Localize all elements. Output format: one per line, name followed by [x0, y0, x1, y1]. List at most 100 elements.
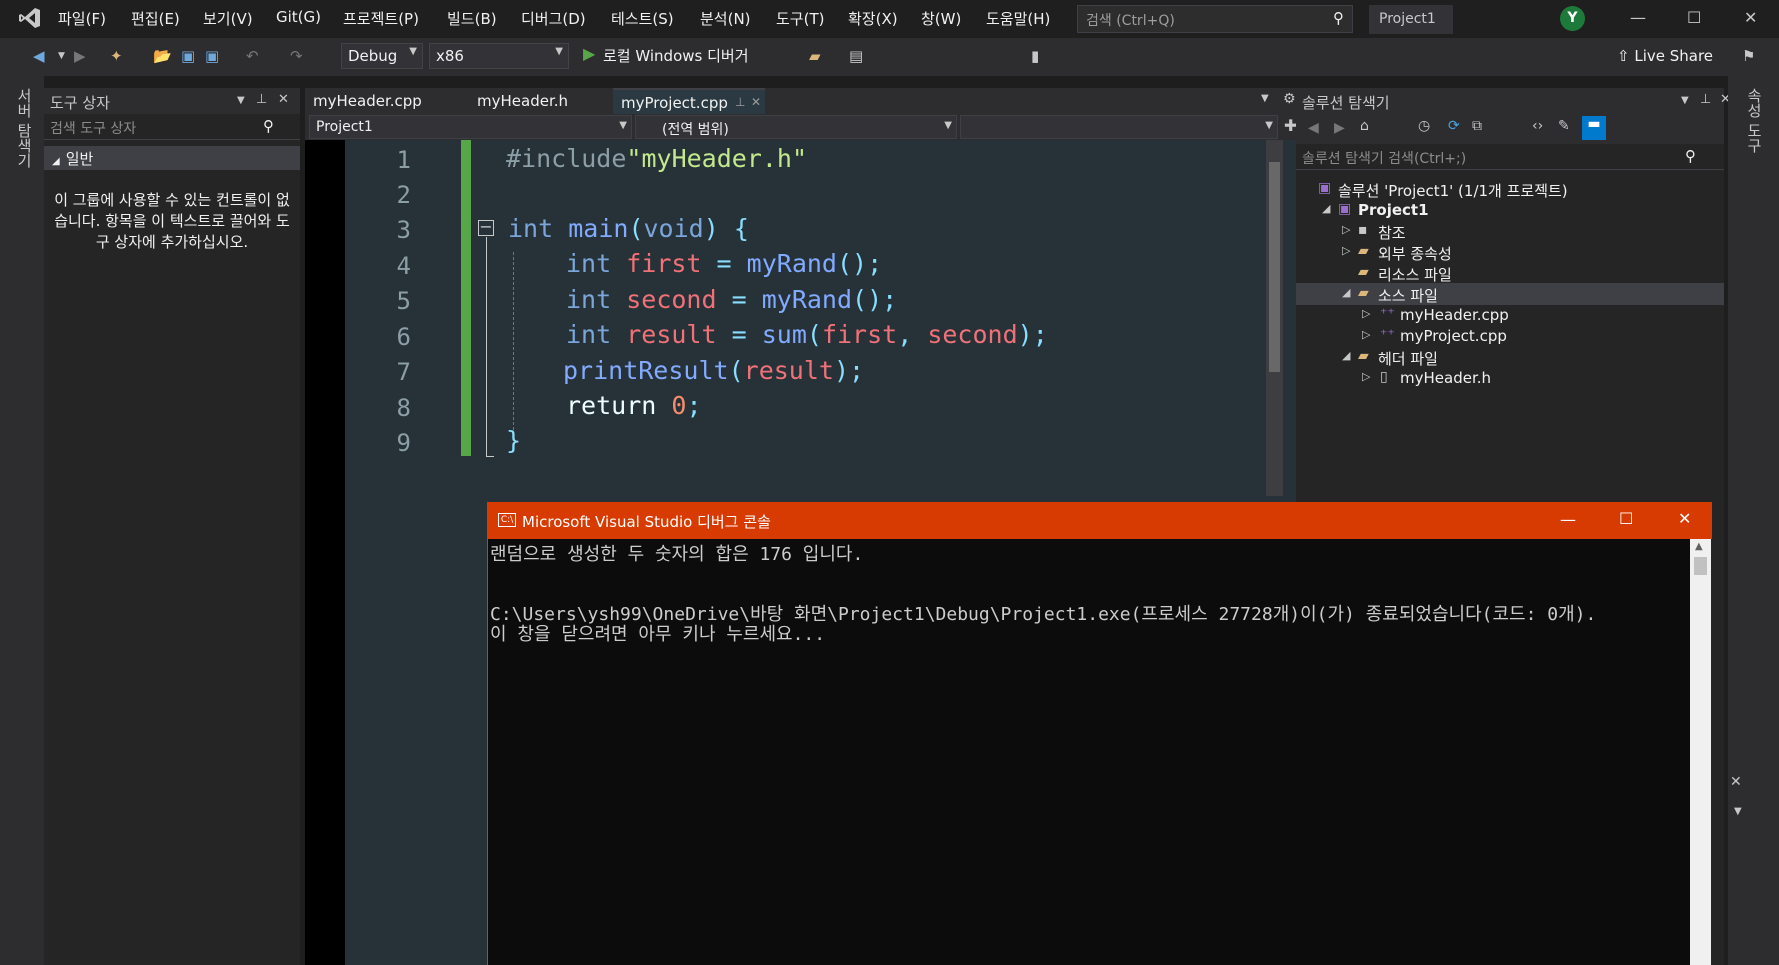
tree-file-myheader-h[interactable]: ▷ ▯ myHeader.h: [1296, 367, 1724, 389]
menu-tools[interactable]: 도구(T): [776, 8, 824, 29]
menu-edit[interactable]: 편집(E): [131, 8, 180, 29]
tree-external-dependencies[interactable]: ▷ ▰ 외부 종속성: [1296, 241, 1724, 263]
chevron-down-icon[interactable]: ▼: [58, 51, 65, 61]
member-select[interactable]: ▼: [960, 115, 1278, 139]
solution-explorer-toolbar: ◀ ▶ ⌂ ◷ ⟳ ⧉ ‹› ✎ ▬: [1296, 114, 1724, 144]
properties-tab[interactable]: 속성 도구: [1744, 88, 1765, 153]
visual-studio-logo-icon: [19, 8, 40, 28]
code-line-3: int main(void) {: [508, 214, 749, 243]
forward-icon[interactable]: ▶: [74, 47, 86, 65]
menu-build[interactable]: 빌드(B): [447, 8, 497, 29]
undo-icon[interactable]: ↶: [246, 47, 259, 65]
folder-icon[interactable]: ▰: [809, 47, 821, 65]
menu-test[interactable]: 테스트(S): [611, 8, 674, 29]
tree-header-files[interactable]: ◢ ▰ 헤더 파일: [1296, 346, 1724, 368]
close-icon[interactable]: ✕: [751, 95, 761, 109]
refresh-icon[interactable]: ⟳: [1448, 118, 1460, 134]
back-icon[interactable]: ◀: [33, 47, 45, 65]
live-share-button[interactable]: ⇧ Live Share: [1617, 47, 1713, 65]
code-icon[interactable]: ‹›: [1532, 118, 1543, 134]
back-icon[interactable]: ◀: [1308, 120, 1319, 136]
global-scope-select[interactable]: (전역 범위) ▼: [635, 115, 957, 139]
maximize-icon[interactable]: ☐: [1687, 8, 1701, 27]
chevron-down-icon: ▼: [409, 46, 417, 57]
line-number: 3: [396, 216, 411, 244]
minimize-icon[interactable]: —: [1630, 8, 1646, 27]
console-scrollbar[interactable]: ▲: [1690, 539, 1711, 965]
menu-help[interactable]: 도움말(H): [986, 8, 1050, 29]
code-line-8: return 0;: [566, 391, 702, 420]
tab-myproject-cpp[interactable]: myProject.cpp ⊥ ✕: [613, 88, 765, 114]
share-icon: ⇧: [1617, 47, 1635, 65]
collapse-all-icon[interactable]: ⧉: [1472, 118, 1482, 134]
wrench-icon[interactable]: ✎: [1558, 118, 1570, 134]
menu-project[interactable]: 프로젝트(P): [343, 8, 419, 29]
menu-debug[interactable]: 디버그(D): [521, 8, 586, 29]
scroll-up-icon[interactable]: ▲: [1695, 541, 1703, 552]
gear-icon[interactable]: ⚙: [1283, 91, 1296, 107]
tree-file-myheader-cpp[interactable]: ▷ ⁺⁺ myHeader.cpp: [1296, 304, 1724, 326]
pin-icon[interactable]: ⊥: [735, 95, 745, 109]
chevron-down-icon[interactable]: ▼: [237, 95, 245, 106]
run-debugger-button[interactable]: 로컬 Windows 디버거: [603, 45, 749, 66]
save-icon[interactable]: ▣: [181, 47, 195, 65]
console-title-bar[interactable]: C:\ Microsoft Visual Studio 디버그 콘솔 — ☐ ✕: [488, 502, 1712, 539]
tree-resource-files[interactable]: ▰ 리소스 파일: [1296, 262, 1724, 284]
preview-icon[interactable]: ▬: [1582, 116, 1606, 140]
toolbox-group-header[interactable]: ◢ 일반: [44, 146, 300, 170]
folder-icon: ▰: [1358, 264, 1369, 280]
tree-source-files[interactable]: ◢ ▰ 소스 파일: [1296, 283, 1724, 305]
browse-icon[interactable]: ▤: [849, 47, 863, 65]
chevron-down-icon[interactable]: ▼: [1261, 93, 1269, 104]
chevron-down-icon[interactable]: ▼: [1681, 95, 1689, 106]
solution-search-placeholder: 솔루션 탐색기 검색(Ctrl+;): [1302, 151, 1467, 167]
pin-icon[interactable]: ⊥: [1700, 92, 1711, 107]
server-explorer-tab[interactable]: 서버 탐색기: [14, 88, 35, 168]
tree-file-myproject-cpp[interactable]: ▷ ⁺⁺ myProject.cpp: [1296, 325, 1724, 347]
avatar[interactable]: Y: [1560, 6, 1585, 31]
maximize-icon[interactable]: ☐: [1619, 509, 1633, 528]
redo-icon[interactable]: ↷: [290, 47, 303, 65]
tree-label: myHeader.h: [1400, 369, 1492, 387]
solution-search-input[interactable]: 솔루션 탐색기 검색(Ctrl+;) ⚲: [1296, 144, 1724, 170]
new-project-icon[interactable]: ✦: [110, 47, 123, 65]
menu-file[interactable]: 파일(F): [58, 8, 106, 29]
menu-extensions[interactable]: 확장(X): [848, 8, 898, 29]
collapse-icon: ◢: [52, 156, 60, 167]
close-icon[interactable]: ✕: [1744, 8, 1757, 27]
close-icon[interactable]: ✕: [1678, 509, 1691, 528]
feedback-icon[interactable]: ⚑: [1742, 47, 1755, 65]
platform-select[interactable]: x86 ▼: [429, 43, 569, 69]
tree-project[interactable]: ◢ ▣ Project1: [1296, 199, 1724, 221]
history-icon[interactable]: ◷: [1418, 118, 1430, 134]
console-scrollbar-thumb[interactable]: [1694, 557, 1707, 575]
menu-view[interactable]: 보기(V): [203, 8, 253, 29]
close-icon[interactable]: ✕: [1730, 774, 1742, 790]
menu-git[interactable]: Git(G): [276, 8, 321, 26]
config-select[interactable]: Debug ▼: [341, 43, 423, 69]
project-scope-select[interactable]: Project1 ▼: [309, 115, 632, 139]
pin-icon[interactable]: ⊥: [256, 92, 267, 107]
minimize-icon[interactable]: —: [1560, 510, 1576, 529]
home-icon[interactable]: ⌂: [1360, 118, 1369, 134]
chevron-down-icon[interactable]: ▼: [1734, 806, 1742, 817]
editor-scrollbar-thumb[interactable]: [1269, 162, 1280, 372]
search-input[interactable]: 검색 (Ctrl+Q) ⚲: [1077, 5, 1353, 33]
bookmark-icon[interactable]: ▮: [1031, 47, 1039, 65]
toolbox-search-input[interactable]: 검색 도구 상자 ⚲: [44, 114, 300, 140]
close-icon[interactable]: ✕: [278, 92, 289, 107]
tab-myheader-h[interactable]: myHeader.h: [469, 88, 576, 114]
tab-myheader-cpp[interactable]: myHeader.cpp: [305, 88, 430, 114]
save-all-icon[interactable]: ▣: [205, 47, 219, 65]
forward-icon[interactable]: ▶: [1334, 120, 1345, 136]
open-folder-icon[interactable]: 📂: [153, 47, 172, 65]
header-file-icon: ▯: [1380, 369, 1388, 385]
run-icon[interactable]: ▶: [583, 44, 595, 63]
menu-analyze[interactable]: 분석(N): [700, 8, 751, 29]
tree-solution[interactable]: ▣ 솔루션 'Project1' (1/1개 프로젝트): [1296, 178, 1724, 200]
menu-window[interactable]: 창(W): [921, 8, 961, 29]
tree-references[interactable]: ▷ ▪ 참조: [1296, 220, 1724, 242]
toolbox-group-label: 일반: [65, 150, 94, 168]
debug-console-window[interactable]: C:\ Microsoft Visual Studio 디버그 콘솔 — ☐ ✕…: [487, 502, 1712, 965]
tab-label: myProject.cpp: [621, 94, 728, 112]
